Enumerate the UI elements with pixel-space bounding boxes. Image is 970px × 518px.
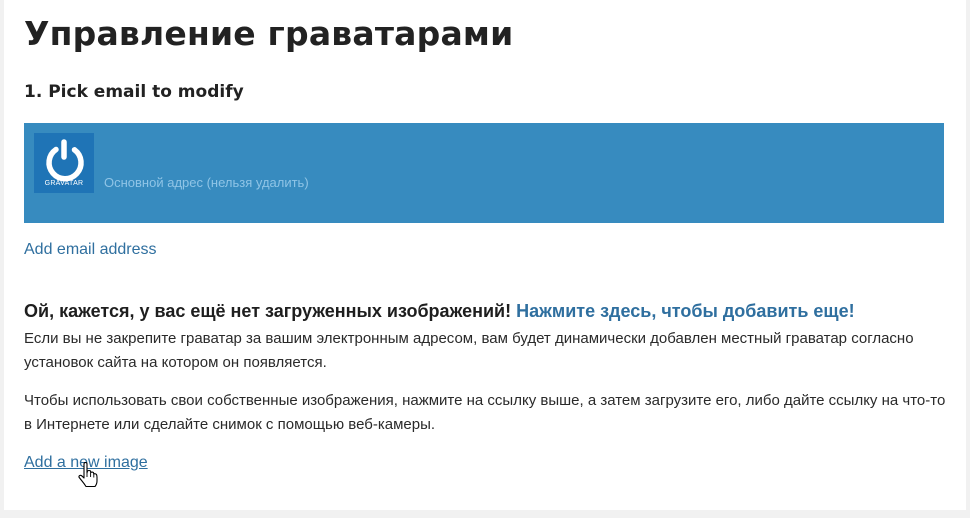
email-label: Основной адрес (нельзя удалить) (104, 175, 309, 190)
add-image-cta-link[interactable]: Нажмите здесь, чтобы добавить еще! (516, 301, 854, 321)
main-panel: Управление граватарами 1. Pick email to … (4, 0, 966, 510)
gravatar-logo-icon: GRAVATAR (34, 133, 94, 193)
no-images-text: Ой, кажется, у вас ещё нет загруженных и… (24, 301, 512, 321)
email-row-primary[interactable]: GRAVATAR Основной адрес (нельзя удалить) (24, 123, 944, 223)
page-title: Управление граватарами (24, 14, 514, 53)
info-paragraph-2: Чтобы использовать свои собственные изоб… (24, 392, 946, 433)
step-title: 1. Pick email to modify (24, 82, 244, 102)
hand-pointer-icon (78, 462, 98, 488)
add-email-link[interactable]: Add email address (24, 241, 157, 259)
info-paragraph-1: Если вы не закрепите граватар за вашим э… (24, 330, 914, 371)
no-images-heading: Ой, кажется, у вас ещё нет загруженных и… (24, 301, 954, 322)
avatar-logo-text: GRAVATAR (44, 180, 84, 187)
